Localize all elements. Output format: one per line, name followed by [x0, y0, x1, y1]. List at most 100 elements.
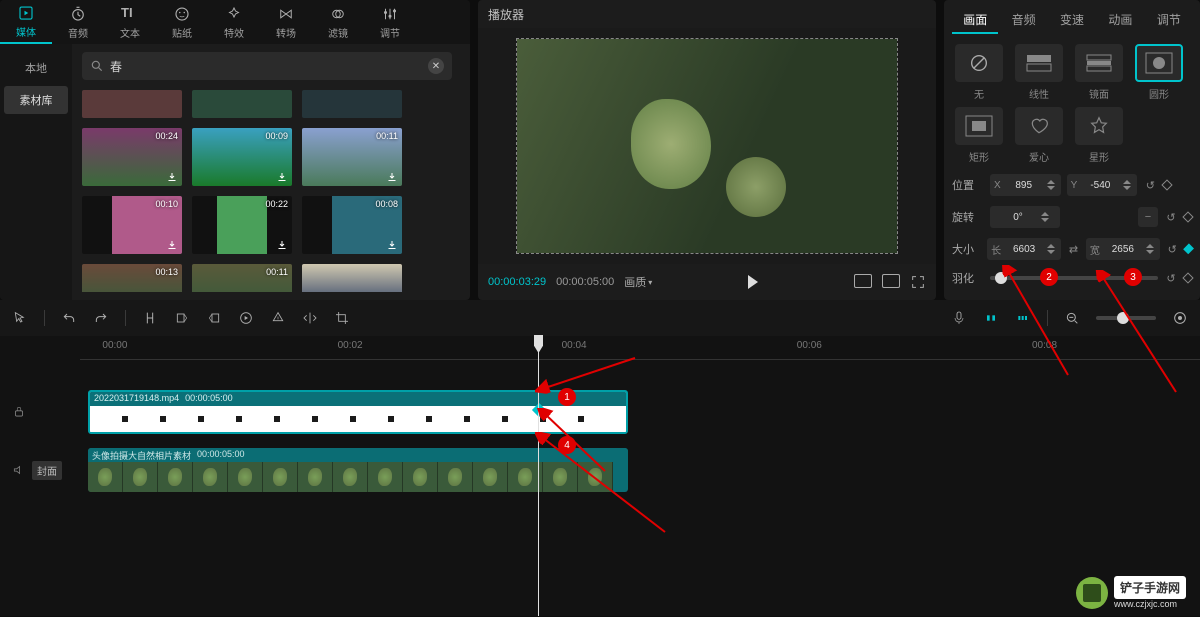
download-icon[interactable]: [166, 171, 178, 183]
download-icon[interactable]: [386, 171, 398, 183]
pos-y-input[interactable]: [1081, 180, 1119, 191]
tab-audio[interactable]: 音频: [52, 0, 104, 44]
insp-tab-canvas[interactable]: 画面: [952, 6, 998, 34]
media-thumb[interactable]: 00:10: [82, 196, 182, 254]
magnet-main-icon[interactable]: [983, 310, 999, 326]
shape-rect[interactable]: [955, 107, 1003, 145]
tab-adjust[interactable]: 调节: [364, 0, 416, 44]
redo-icon[interactable]: [93, 310, 109, 326]
mute-icon[interactable]: [12, 463, 26, 477]
magnet-aux-icon[interactable]: [1015, 310, 1031, 326]
mic-icon[interactable]: [951, 310, 967, 326]
rotation-input[interactable]: [999, 212, 1037, 223]
select-tool-icon[interactable]: [12, 310, 28, 326]
insp-tab-speed[interactable]: 变速: [1049, 6, 1095, 34]
shape-heart[interactable]: [1015, 107, 1063, 145]
media-thumb[interactable]: 00:11: [192, 264, 292, 292]
reset-icon[interactable]: ↺: [1164, 271, 1178, 285]
keyframe-toggle[interactable]: [1183, 244, 1194, 255]
media-thumb[interactable]: 00:09: [192, 128, 292, 186]
reset-icon[interactable]: ↺: [1166, 242, 1179, 256]
size-w-field[interactable]: 长: [987, 238, 1061, 260]
pos-x-field[interactable]: X: [990, 174, 1061, 196]
cover-button[interactable]: 封面: [32, 461, 62, 480]
download-icon[interactable]: [276, 171, 288, 183]
tab-media[interactable]: 媒体: [0, 0, 52, 44]
tab-transition[interactable]: 转场: [260, 0, 312, 44]
media-thumb[interactable]: [82, 90, 182, 118]
insp-tab-adjust[interactable]: 调节: [1146, 6, 1192, 34]
compare-icon[interactable]: [854, 274, 872, 288]
zoom-out-icon[interactable]: [1064, 310, 1080, 326]
sidebar-item-library[interactable]: 素材库: [4, 86, 68, 114]
media-thumb[interactable]: 00:08: [302, 196, 402, 254]
spinner[interactable]: [1146, 241, 1156, 257]
shape-circle[interactable]: [1135, 44, 1183, 82]
size-h-input[interactable]: [1104, 244, 1142, 255]
pos-x-input[interactable]: [1005, 180, 1043, 191]
zoom-fit-icon[interactable]: [1172, 310, 1188, 326]
zoom-slider[interactable]: [1096, 316, 1156, 320]
freeze-icon[interactable]: [270, 310, 286, 326]
tab-text[interactable]: TI 文本: [104, 0, 156, 44]
tab-sticker[interactable]: 贴纸: [156, 0, 208, 44]
spinner[interactable]: [1047, 241, 1057, 257]
crop-right-icon[interactable]: [206, 310, 222, 326]
size-w-input[interactable]: [1005, 244, 1043, 255]
crop-icon[interactable]: [334, 310, 350, 326]
media-thumb[interactable]: 00:13: [82, 264, 182, 292]
tab-filter[interactable]: 滤镜: [312, 0, 364, 44]
shape-label: 镜面: [1089, 86, 1109, 101]
download-icon[interactable]: [276, 239, 288, 251]
fullscreen-icon[interactable]: [910, 274, 926, 290]
pos-y-field[interactable]: Y: [1067, 174, 1138, 196]
link-icon[interactable]: ⇄: [1067, 242, 1080, 256]
split-icon[interactable]: [142, 310, 158, 326]
clip-mask[interactable]: 2022031719148.mp400:00:05:00: [88, 390, 628, 434]
size-h-field[interactable]: 宽: [1086, 238, 1160, 260]
player-viewport[interactable]: [478, 28, 936, 264]
clip-video[interactable]: 头像拍摄大自然相片素材00:00:05:00: [88, 448, 628, 492]
lock-icon[interactable]: [12, 405, 26, 419]
slider-thumb[interactable]: [1117, 312, 1129, 324]
shape-linear[interactable]: [1015, 44, 1063, 82]
undo-icon[interactable]: [61, 310, 77, 326]
feather-slider[interactable]: [990, 276, 1158, 280]
shape-star[interactable]: [1075, 107, 1123, 145]
media-thumb[interactable]: [302, 90, 402, 118]
download-icon[interactable]: [386, 239, 398, 251]
keyframe-toggle[interactable]: [1182, 211, 1193, 222]
time-ruler[interactable]: 00:00 00:02 00:04 00:06 00:08: [80, 336, 1200, 360]
speed-icon[interactable]: [238, 310, 254, 326]
search-input[interactable]: [110, 59, 428, 73]
media-thumb[interactable]: 00:22: [192, 196, 292, 254]
media-thumb[interactable]: 00:11: [302, 128, 402, 186]
crop-left-icon[interactable]: [174, 310, 190, 326]
reset-icon[interactable]: ↺: [1143, 178, 1157, 192]
rotation-field[interactable]: [990, 206, 1060, 228]
sidebar-item-local[interactable]: 本地: [4, 54, 68, 82]
reset-icon[interactable]: ↺: [1164, 210, 1178, 224]
shape-none[interactable]: [955, 44, 1003, 82]
tab-effects[interactable]: 特效: [208, 0, 260, 44]
slider-thumb[interactable]: [995, 272, 1007, 284]
media-thumb[interactable]: [192, 90, 292, 118]
shape-mirror[interactable]: [1075, 44, 1123, 82]
quality-selector[interactable]: 画质▾: [624, 274, 652, 290]
keyframe-toggle[interactable]: [1182, 272, 1193, 283]
download-icon[interactable]: [166, 239, 178, 251]
search-clear-button[interactable]: ✕: [428, 58, 444, 74]
spinner[interactable]: [1123, 177, 1133, 193]
ratio-icon[interactable]: [882, 274, 900, 288]
keyframe-toggle[interactable]: [1162, 179, 1173, 190]
insp-tab-audio[interactable]: 音频: [1000, 6, 1046, 34]
media-thumb[interactable]: [302, 264, 402, 292]
media-thumb[interactable]: 00:24: [82, 128, 182, 186]
spinner[interactable]: [1041, 209, 1051, 225]
rotation-reset-button[interactable]: −: [1138, 207, 1158, 227]
insp-tab-anim[interactable]: 动画: [1097, 6, 1143, 34]
mirror-icon[interactable]: [302, 310, 318, 326]
spinner[interactable]: [1047, 177, 1057, 193]
play-button[interactable]: [748, 275, 758, 289]
tab-label: 特效: [224, 25, 244, 40]
